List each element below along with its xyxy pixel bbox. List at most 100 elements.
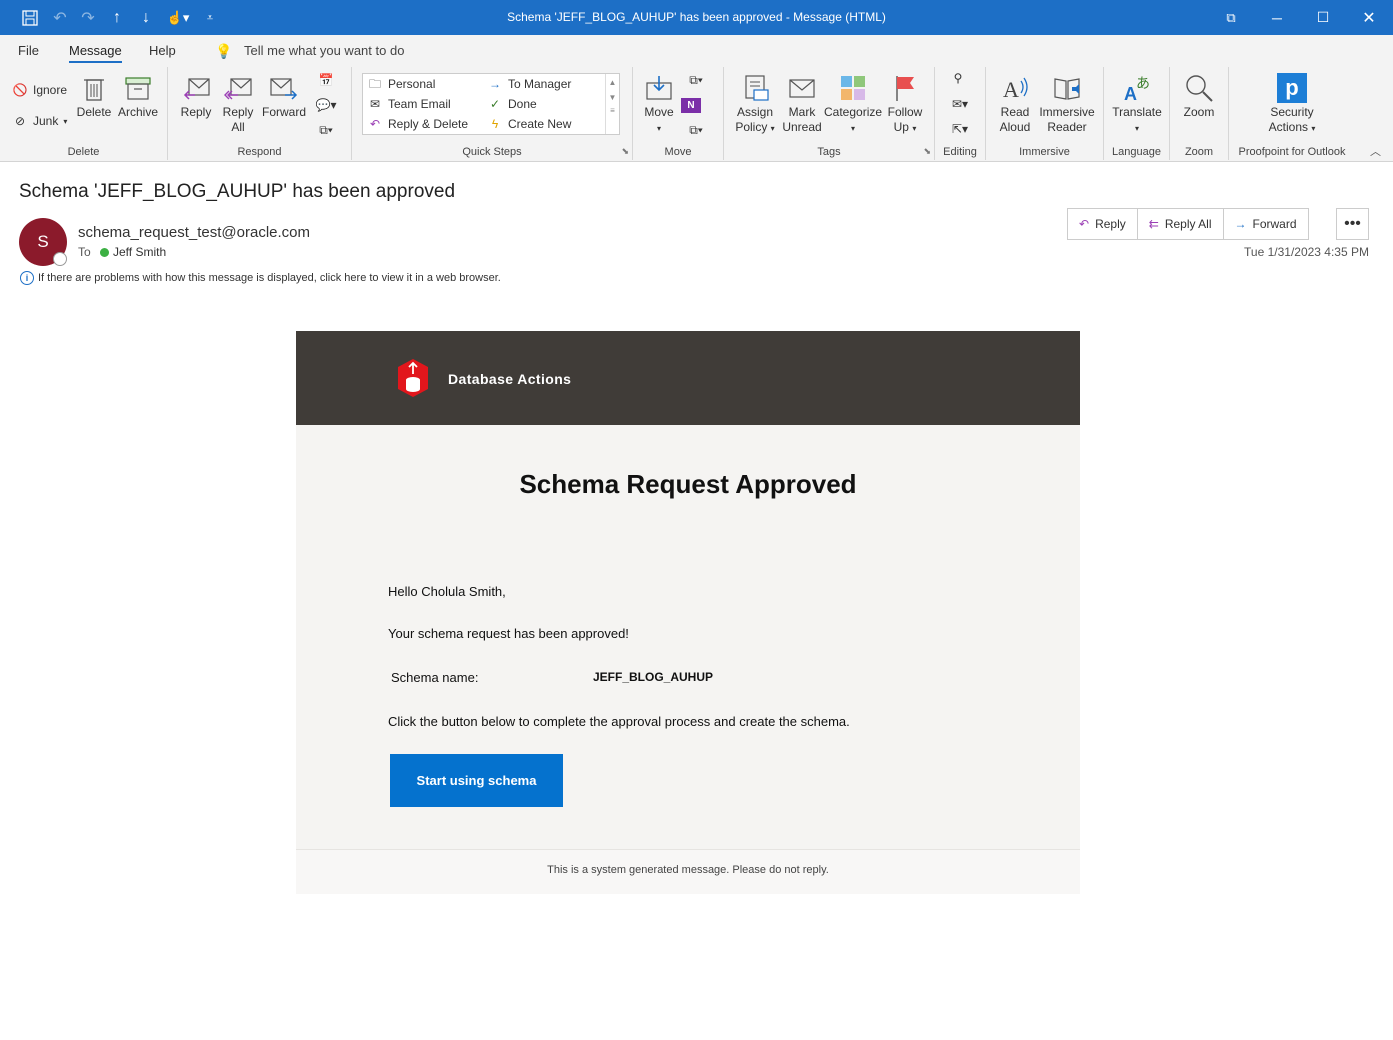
info-icon: i — [20, 271, 34, 285]
tags-group: Assign Policy ▾ Mark Unread Categorize ▾ Fo… — [724, 67, 935, 160]
junk-button[interactable]: ⊘ Junk ▾ — [12, 114, 67, 128]
quick-step-create-new[interactable]: ϟ Create New — [487, 117, 572, 131]
sender-address[interactable]: schema_request_test@oracle.com — [78, 224, 310, 241]
follow-up-button[interactable]: Follow Up ▾ — [884, 73, 926, 136]
onenote-icon[interactable]: N — [681, 98, 701, 113]
meeting-reply-icon[interactable]: 📅 — [311, 73, 341, 88]
delete-button[interactable]: Delete — [74, 73, 114, 120]
find-icon[interactable]: ⚲ — [943, 71, 973, 86]
recipient[interactable]: Jeff Smith — [100, 245, 166, 259]
editing-group: ⚲ ✉▾ ⇱▾ Editing — [935, 67, 986, 160]
mark-unread-button[interactable]: Mark Unread — [782, 73, 822, 135]
flag-icon — [896, 76, 914, 101]
assign-policy-button[interactable]: Assign Policy ▾ — [730, 73, 780, 136]
editing-group-label: Editing — [943, 146, 977, 158]
policy-icon — [745, 75, 769, 101]
tags-group-label: Tags — [817, 146, 841, 158]
quick-step-team-email[interactable]: ✉ Team Email — [367, 97, 451, 111]
delete-group-label: Delete — [67, 146, 100, 158]
quick-step-to-manager[interactable]: → To Manager — [487, 77, 571, 91]
security-actions-button[interactable]: p Security Actions ▾ — [1257, 73, 1327, 136]
maximize-button[interactable]: ☐ — [1300, 0, 1346, 35]
tab-help[interactable]: Help — [149, 43, 176, 58]
to-label: To — [78, 245, 91, 259]
folder-arrow-icon: 🗀 — [368, 77, 381, 91]
checkmark-icon: ✓ — [489, 97, 501, 111]
select-icon[interactable]: ⇱▾ — [943, 122, 977, 137]
chevron-down-icon: ▾ — [63, 116, 68, 126]
quick-step-done[interactable]: ✓ Done — [487, 97, 537, 111]
more-actions-button[interactable]: ••• — [1336, 208, 1369, 240]
read-aloud-icon: A — [1003, 77, 1028, 102]
collapse-ribbon-icon[interactable]: ︿ — [1370, 143, 1381, 159]
reply-ribbon-button[interactable]: Reply — [176, 73, 216, 120]
schema-name-label: Schema name: — [391, 670, 479, 685]
minimize-button[interactable]: ─ — [1254, 0, 1300, 35]
tab-file[interactable]: File — [18, 43, 39, 58]
reply-delete-icon: ↶ — [369, 117, 381, 131]
envelope-icon: ✉ — [369, 97, 381, 111]
reply-all-arrow-icon: ⇇ — [1148, 217, 1159, 231]
proofpoint-group: p Security Actions ▾ Proofpoint for Outlo… — [1229, 67, 1355, 160]
message-actions: ↶ Reply ⇇ Reply All → Forward — [1067, 208, 1309, 240]
email-heading: Schema Request Approved — [519, 469, 857, 499]
ignore-icon: 🚫 — [12, 83, 28, 97]
arrow-right-icon: → — [489, 77, 501, 91]
junk-icon: ⊘ — [14, 114, 26, 128]
proofpoint-group-label: Proofpoint for Outlook — [1238, 146, 1346, 158]
quick-steps-group: 🗀 Personal ✉ Team Email ↶ Reply & Delete → T… — [352, 67, 633, 160]
related-icon[interactable]: ✉▾ — [943, 97, 977, 112]
forward-icon — [270, 78, 298, 100]
actions-icon[interactable]: ⧉▾ — [681, 123, 711, 138]
start-using-schema-button[interactable]: Start using schema — [390, 754, 563, 807]
presence-indicator — [53, 252, 67, 266]
zoom-button[interactable]: Zoom — [1178, 73, 1220, 120]
forward-button[interactable]: → Forward — [1224, 209, 1308, 239]
instructions: Click the button below to complete the a… — [388, 714, 850, 729]
menu-bar: File Message Help 💡 Tell me what you wan… — [0, 35, 1393, 65]
quick-steps-label: Quick Steps — [462, 146, 522, 158]
zoom-group-label: Zoom — [1184, 146, 1214, 158]
language-group: Aあ Translate ▾ Language — [1104, 67, 1170, 160]
trash-icon — [84, 79, 104, 101]
more-respond-icon[interactable]: ⧉▾ — [311, 123, 341, 138]
archive-button[interactable]: Archive — [115, 73, 161, 120]
tell-me-search[interactable]: Tell me what you want to do — [244, 43, 404, 58]
move-folder-icon — [646, 76, 672, 100]
brand-name: Database Actions — [448, 371, 572, 387]
ribbon: 🚫 Ignore ⊘ Junk ▾ Delete Archive Delete Rep… — [0, 65, 1393, 162]
email-footer: This is a system generated message. Plea… — [296, 849, 1080, 894]
tab-message[interactable]: Message — [69, 43, 122, 63]
categorize-icon — [841, 76, 865, 100]
categorize-button[interactable]: Categorize ▾ — [824, 73, 882, 136]
translate-button[interactable]: Aあ Translate ▾ — [1109, 73, 1165, 136]
quick-step-personal[interactable]: 🗀 Personal — [367, 77, 435, 91]
zoom-group: Zoom Zoom — [1170, 67, 1229, 160]
reply-icon — [183, 78, 210, 100]
close-button[interactable]: ✕ — [1346, 0, 1392, 35]
lightbulb-icon: 💡 — [215, 43, 233, 59]
email-body: Database Actions Schema Request Approved… — [296, 331, 1080, 894]
window-title: Schema 'JEFF_BLOG_AUHUP' has been approv… — [507, 10, 886, 24]
svg-text:あ: あ — [1136, 76, 1150, 92]
info-bar[interactable]: i If there are problems with how this mes… — [20, 271, 501, 285]
envelope-unread-icon — [789, 79, 815, 98]
quick-step-reply-delete[interactable]: ↶ Reply & Delete — [367, 117, 468, 131]
forward-ribbon-button[interactable]: Forward — [260, 73, 308, 120]
rules-icon[interactable]: ⧉▾ — [681, 73, 711, 88]
immersive-reader-button[interactable]: Immersive Reader — [1036, 73, 1098, 135]
reply-arrow-icon: ↶ — [1079, 217, 1090, 231]
language-group-label: Language — [1112, 146, 1161, 158]
ribbon-display-icon[interactable]: ⧉ — [1208, 0, 1254, 35]
move-group-label: Move — [664, 146, 692, 158]
im-reply-icon[interactable]: 💬▾ — [311, 98, 341, 113]
quick-steps-scroll[interactable]: ▲ ▼ ≡ — [605, 74, 619, 134]
reply-all-ribbon-button[interactable]: Reply All — [218, 73, 258, 135]
forward-arrow-icon: → — [1234, 217, 1247, 231]
read-aloud-button[interactable]: A Read Aloud — [994, 73, 1036, 135]
reply-button[interactable]: ↶ Reply — [1068, 209, 1138, 239]
reply-all-button[interactable]: ⇇ Reply All — [1138, 209, 1224, 239]
title-bar: ↶ ↷ ↑ ↓ ☝▾ ⩡ Schema 'JEFF_BLOG_AUHUP' ha… — [0, 0, 1393, 35]
ignore-button[interactable]: 🚫 Ignore — [12, 83, 68, 97]
move-button[interactable]: Move ▾ — [639, 73, 679, 136]
